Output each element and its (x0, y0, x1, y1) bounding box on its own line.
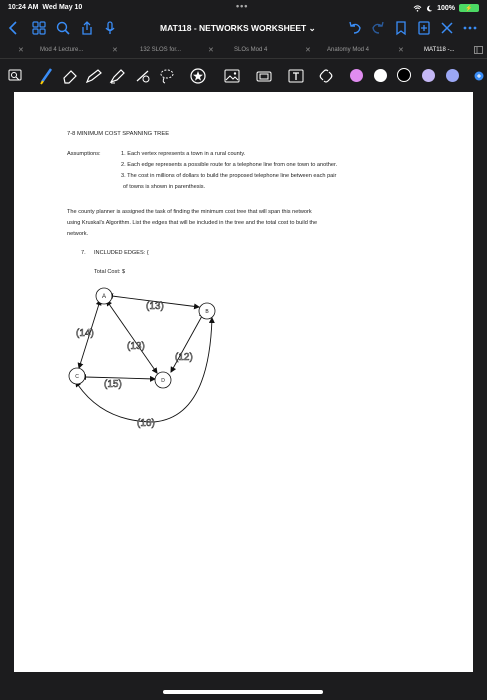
microphone-icon[interactable] (102, 20, 118, 36)
tab-mod4-lecture[interactable]: ✕ Mod 4 Lecture... (0, 42, 97, 58)
text-icon[interactable] (286, 66, 306, 86)
network-graph: A B C D (13) (14) (13) (12) (15) (16) (68, 287, 216, 429)
tab-close-icon[interactable]: ✕ (398, 46, 404, 54)
edge-label-cd: (15) (104, 379, 122, 390)
edge-label-ac: (14) (76, 328, 94, 339)
add-page-icon[interactable] (416, 20, 432, 36)
back-chevron-icon[interactable] (6, 20, 22, 36)
close-icon[interactable] (439, 20, 455, 36)
home-indicator[interactable] (163, 690, 323, 694)
vertex-b: B (198, 302, 216, 320)
tab-close-icon[interactable]: ✕ (305, 46, 311, 54)
edge-label-ab: (13) (146, 301, 164, 312)
edge-label-ad: (13) (127, 341, 145, 352)
wifi-icon (413, 4, 422, 12)
lasso-select-icon[interactable] (157, 66, 177, 86)
tab-anatomy-mod4[interactable]: ✕ Anatomy Mod 4 (291, 42, 388, 58)
tab-slos-mod4[interactable]: ✕ SLOs Mod 4 (194, 42, 291, 58)
vertex-a: A (95, 287, 113, 305)
lasso-icon[interactable] (6, 66, 26, 86)
svg-text:C: C (75, 374, 79, 380)
pen-icon[interactable] (37, 66, 57, 86)
redo-icon[interactable] (370, 20, 386, 36)
bookmark-icon[interactable] (393, 20, 409, 36)
color-swatch-blue[interactable] (446, 69, 459, 82)
edge-label-cb: (16) (137, 418, 155, 429)
color-swatch-purple[interactable] (350, 69, 363, 82)
document-page[interactable]: 7-8 MINIMUM COST SPANNING TREE Assumptio… (14, 92, 473, 672)
shapes-icon[interactable] (133, 66, 153, 86)
color-swatch-black-selected[interactable] (397, 68, 411, 82)
search-icon[interactable] (55, 20, 71, 36)
tab-132-slos[interactable]: ✕ 132 SLOS for... (97, 42, 194, 58)
image-icon[interactable] (222, 66, 242, 86)
edge-label-bd: (12) (175, 352, 193, 363)
tab-close-icon[interactable]: ✕ (208, 46, 214, 54)
pencil-icon[interactable] (84, 66, 104, 86)
split-view-icon[interactable] (474, 46, 483, 54)
sticker-icon[interactable] (188, 66, 208, 86)
tab-close-icon[interactable]: ✕ (112, 46, 118, 54)
status-right: 100% ⚡ (413, 4, 479, 12)
edge-a-d (106, 299, 158, 374)
multitask-dots[interactable]: ••• (236, 1, 248, 11)
svg-text:A: A (102, 294, 106, 300)
share-icon[interactable] (79, 20, 95, 36)
battery-icon: ⚡ (459, 4, 479, 12)
vertex-c: C (68, 367, 86, 385)
tab-bar: ✕ Mod 4 Lecture... ✕ 132 SLOS for... ✕ S… (0, 42, 487, 59)
eraser-icon[interactable] (60, 66, 80, 86)
document-title[interactable]: MAT118 - NETWORKS WORKSHEET ⌄ (160, 23, 316, 34)
edge-b-d (170, 311, 205, 373)
moon-icon (427, 5, 433, 11)
camera-icon[interactable] (254, 66, 274, 86)
highlighter-icon[interactable] (108, 66, 128, 86)
battery-percent: 100% (437, 4, 455, 12)
svg-text:D: D (161, 378, 165, 384)
status-bar: 10:24 AM Wed May 10 ••• 100% ⚡ (0, 0, 487, 16)
tab-close-icon[interactable]: ✕ (18, 46, 24, 54)
color-swatch-white[interactable] (374, 69, 387, 82)
color-picker-icon[interactable] (474, 71, 484, 81)
more-icon[interactable] (462, 20, 478, 36)
color-swatch-lavender[interactable] (422, 69, 435, 82)
nav-bar: MAT118 - NETWORKS WORKSHEET ⌄ (0, 16, 487, 40)
undo-icon[interactable] (347, 20, 363, 36)
tab-mat118[interactable]: ✕ MAT118 -... (388, 42, 487, 58)
link-icon[interactable] (316, 66, 336, 86)
status-time: 10:24 AM Wed May 10 (8, 4, 83, 11)
annotation-toolbar (0, 61, 487, 91)
grid-icon[interactable] (31, 20, 47, 36)
vertex-d: D (154, 371, 172, 389)
